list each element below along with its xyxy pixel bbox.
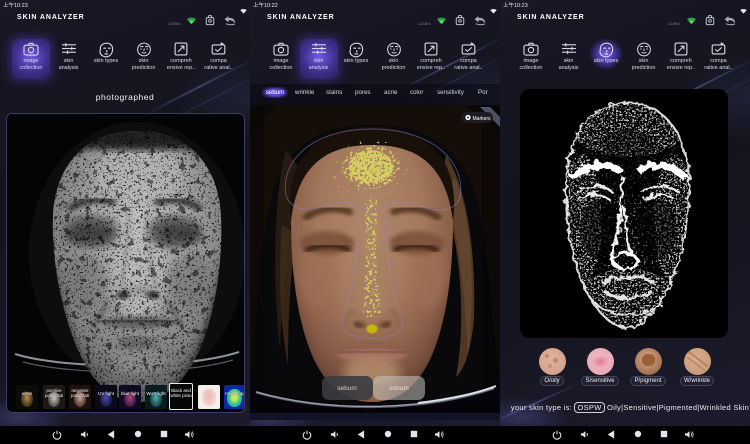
svg-text:sebum: sebum bbox=[389, 385, 409, 392]
svg-text:sebum: sebum bbox=[337, 385, 357, 392]
svg-text:Markers: Markers bbox=[473, 116, 492, 122]
